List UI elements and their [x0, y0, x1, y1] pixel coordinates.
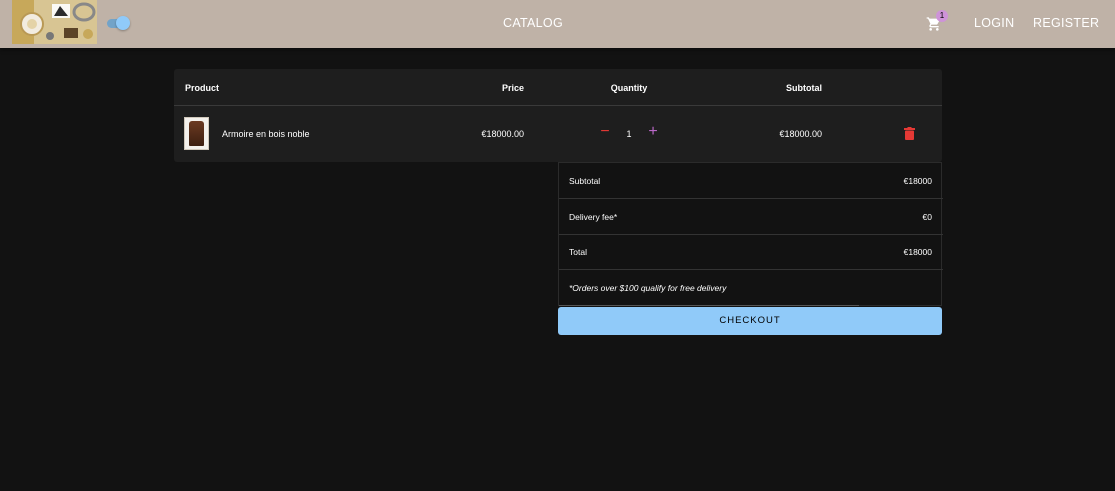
product-price: €18000.00: [481, 129, 524, 139]
summary-row-delivery: Delivery fee* €0: [559, 199, 943, 235]
summary-delivery-label: Delivery fee*: [569, 212, 618, 222]
column-header-quantity: Quantity: [610, 83, 648, 93]
checkout-button[interactable]: CHECKOUT: [558, 307, 942, 335]
summary-total-value: €18000: [903, 247, 932, 257]
table-header: Product Price Quantity Subtotal: [174, 69, 942, 106]
column-header-subtotal: Subtotal: [786, 83, 822, 93]
summary-subtotal-label: Subtotal: [569, 176, 601, 186]
plus-icon[interactable]: +: [646, 124, 660, 140]
summary-row-subtotal: Subtotal €18000: [559, 163, 943, 199]
toggle-thumb: [116, 16, 130, 30]
delivery-note: *Orders over $100 qualify for free deliv…: [569, 283, 727, 293]
summary-row-total: Total €18000: [559, 234, 943, 270]
cart-table: Product Price Quantity Subtotal Armoire …: [174, 69, 942, 162]
theme-toggle-switch[interactable]: [107, 16, 131, 30]
login-link[interactable]: LOGIN: [974, 16, 1014, 30]
minus-icon[interactable]: −: [599, 124, 611, 140]
app-bar: CATALOG 1 LOGIN REGISTER: [0, 0, 1115, 48]
trash-icon[interactable]: [904, 127, 915, 140]
column-header-price: Price: [501, 83, 524, 93]
table-row: Armoire en bois noble €18000.00 − 1 + €1…: [174, 106, 942, 162]
register-link[interactable]: REGISTER: [1033, 16, 1099, 30]
armoire-thumbnail: [184, 117, 209, 150]
quantity-value: 1: [626, 129, 632, 139]
product-subtotal: €18000.00: [779, 129, 822, 139]
divider: [559, 305, 859, 306]
summary-total-label: Total: [569, 247, 587, 257]
summary-delivery-value: €0: [922, 212, 932, 222]
cart-count-badge: 1: [936, 10, 948, 22]
order-summary: Subtotal €18000 Delivery fee* €0 Total €…: [558, 162, 943, 306]
column-header-product: Product: [185, 83, 220, 93]
nav-catalog-link[interactable]: CATALOG: [503, 16, 563, 30]
shop-logo-image[interactable]: [12, 0, 97, 44]
product-name[interactable]: Armoire en bois noble: [222, 129, 310, 139]
summary-subtotal-value: €18000: [903, 176, 932, 186]
